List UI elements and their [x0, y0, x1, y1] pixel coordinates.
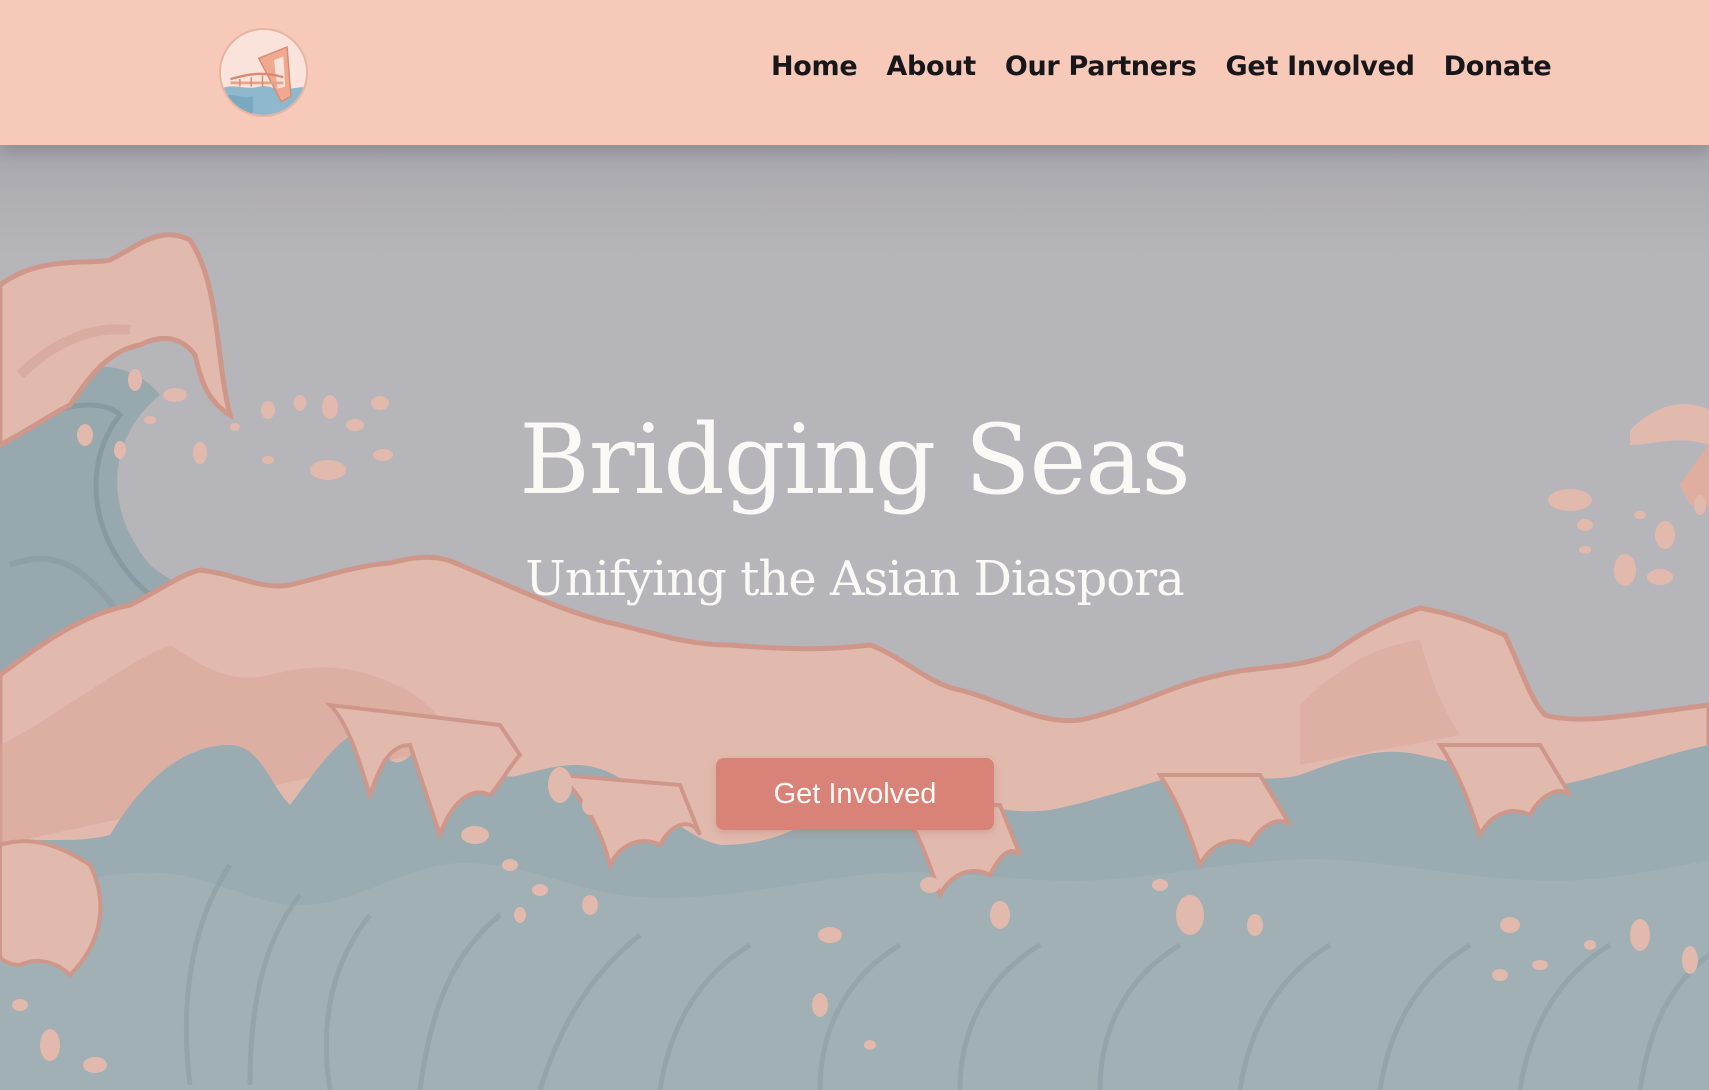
nav-link-donate[interactable]: Donate [1444, 51, 1552, 82]
bridge-globe-icon [221, 30, 306, 115]
get-involved-button[interactable]: Get Involved [716, 758, 994, 830]
main-nav: Home About Our Partners Get Involved Don… [771, 51, 1552, 82]
wave-illustration [0, 145, 1709, 1090]
nav-link-our-partners[interactable]: Our Partners [1005, 51, 1197, 82]
nav-link-get-involved[interactable]: Get Involved [1226, 51, 1415, 82]
logo-icon[interactable] [219, 28, 308, 117]
hero-subtitle: Unifying the Asian Diaspora [525, 551, 1184, 607]
hero-title: Bridging Seas [519, 404, 1191, 516]
nav-link-home[interactable]: Home [771, 51, 858, 82]
site-header: Home About Our Partners Get Involved Don… [0, 0, 1709, 145]
hero-section: Bridging Seas Unifying the Asian Diaspor… [0, 145, 1709, 1090]
nav-link-about[interactable]: About [886, 51, 976, 82]
